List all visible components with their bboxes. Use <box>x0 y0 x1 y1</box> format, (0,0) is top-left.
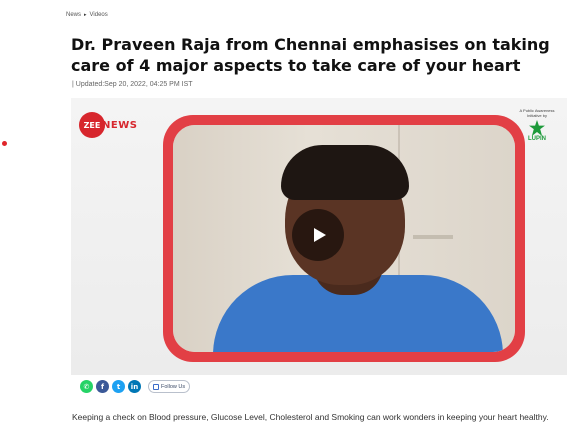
sponsor-badge: A Public Awareness Initiative by LUPIN <box>517 108 557 142</box>
sponsor-name: LUPIN <box>528 136 546 142</box>
follow-us-button[interactable]: Follow Us <box>148 380 191 393</box>
play-button[interactable] <box>292 209 344 261</box>
zee-logo-news-text: NEWS <box>102 119 138 131</box>
zee-news-logo: ZEE NEWS <box>79 112 137 138</box>
google-news-icon <box>153 383 159 390</box>
red-dot-indicator <box>2 141 7 146</box>
linkedin-icon[interactable]: in <box>128 380 141 393</box>
follow-us-label: Follow Us <box>161 383 186 390</box>
play-icon <box>314 228 326 242</box>
whatsapp-icon[interactable]: ✆ <box>80 380 93 393</box>
breadcrumb: News ▸ Videos <box>66 12 108 18</box>
breadcrumb-videos-link[interactable]: Videos <box>90 12 108 18</box>
video-player[interactable]: ZEE NEWS A Public Awareness Initiative b… <box>71 98 567 375</box>
share-bar: ✆ f t in Follow Us <box>80 380 191 393</box>
twitter-icon[interactable]: t <box>112 380 125 393</box>
article-title: Dr. Praveen Raja from Chennai emphasises… <box>71 35 550 75</box>
speaker-hair <box>281 145 409 200</box>
article-updated-date: | Updated:Sep 20, 2022, 04:25 PM IST <box>72 81 193 88</box>
sponsor-caption: A Public Awareness Initiative by <box>519 108 555 118</box>
video-thumbnail <box>173 125 515 352</box>
wall-shelf <box>413 235 453 239</box>
breadcrumb-separator: ▸ <box>84 12 87 18</box>
article-description: Keeping a check on Blood pressure, Gluco… <box>72 412 549 422</box>
breadcrumb-news-link[interactable]: News <box>66 12 81 18</box>
facebook-icon[interactable]: f <box>96 380 109 393</box>
video-frame <box>163 115 525 362</box>
lupin-logo-icon <box>529 120 545 136</box>
